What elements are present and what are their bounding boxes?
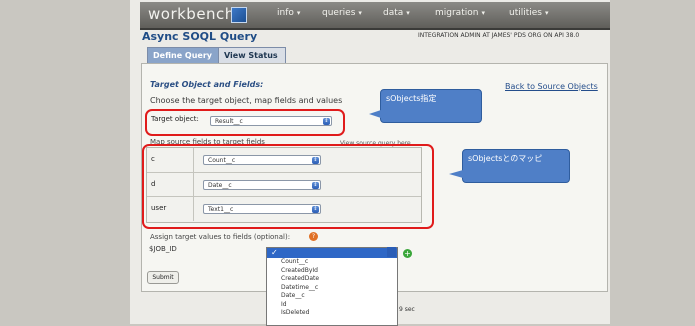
workbench-cube-icon bbox=[231, 7, 247, 23]
nav-label: queries bbox=[322, 8, 356, 18]
page-title: Async SOQL Query bbox=[142, 30, 258, 43]
nav-label: utilities bbox=[509, 8, 542, 18]
dropdown-option[interactable]: Id bbox=[267, 301, 397, 310]
submit-button[interactable]: Submit bbox=[147, 271, 179, 284]
add-value-icon[interactable]: + bbox=[403, 249, 412, 258]
workbench-logo[interactable]: workbench bbox=[148, 5, 235, 23]
nav-data[interactable]: data ▾ bbox=[383, 8, 410, 18]
tab-view-status[interactable]: View Status bbox=[218, 47, 286, 63]
tab-define-query[interactable]: Define Query bbox=[147, 47, 223, 63]
back-to-source-link[interactable]: Back to Source Objects bbox=[505, 82, 598, 91]
dropdown-arrow-icon[interactable] bbox=[387, 247, 396, 257]
target-object-highlight bbox=[145, 109, 345, 136]
dropdown-option[interactable]: CreatedDate bbox=[267, 275, 397, 284]
dropdown-option[interactable]: IsDeleted bbox=[267, 309, 397, 318]
callout-pointer bbox=[449, 170, 463, 178]
chevron-down-icon: ▾ bbox=[296, 9, 301, 17]
nav-label: info bbox=[277, 8, 294, 18]
assign-value-field[interactable]: $JOB_ID bbox=[149, 245, 261, 255]
callout-target-object: sObjects指定 bbox=[369, 89, 482, 123]
nav-utilities[interactable]: utilities ▾ bbox=[509, 8, 549, 18]
nav-migration[interactable]: migration ▾ bbox=[435, 8, 485, 18]
dropdown-option[interactable]: Count__c bbox=[267, 258, 397, 267]
elapsed-note: 9 sec bbox=[399, 306, 415, 313]
dropdown-option[interactable]: Date__c bbox=[267, 292, 397, 301]
dropdown-option[interactable]: Datetime__c bbox=[267, 284, 397, 293]
help-icon[interactable]: ? bbox=[309, 232, 318, 241]
connection-info: INTEGRATION ADMIN AT JAMES' PDS ORG ON A… bbox=[418, 32, 580, 39]
chevron-down-icon: ▾ bbox=[545, 9, 549, 17]
callout-text: sObjects指定 bbox=[386, 94, 437, 103]
section-title: Target Object and Fields: bbox=[150, 80, 264, 89]
nav-label: data bbox=[383, 8, 404, 18]
callout-pointer bbox=[369, 110, 381, 118]
mapping-highlight bbox=[142, 144, 434, 229]
chevron-down-icon: ▾ bbox=[358, 9, 362, 17]
assign-values-label: Assign target values to fields (optional… bbox=[150, 233, 291, 241]
nav-label: migration bbox=[435, 8, 479, 18]
target-field-dropdown[interactable]: ✓ Count__c CreatedById CreatedDate Datet… bbox=[266, 247, 398, 326]
nav-info[interactable]: info ▾ bbox=[277, 8, 300, 18]
chevron-down-icon: ▾ bbox=[406, 9, 410, 17]
callout-text: sObjectsとのマッピ bbox=[468, 154, 543, 163]
dropdown-option[interactable]: CreatedById bbox=[267, 267, 397, 276]
instructions-text: Choose the target object, map fields and… bbox=[150, 96, 343, 105]
nav-queries[interactable]: queries ▾ bbox=[322, 8, 362, 18]
callout-mapping: sObjectsとのマッピ bbox=[449, 149, 570, 183]
chevron-down-icon: ▾ bbox=[481, 9, 485, 17]
dropdown-selected-item[interactable]: ✓ bbox=[267, 248, 397, 258]
